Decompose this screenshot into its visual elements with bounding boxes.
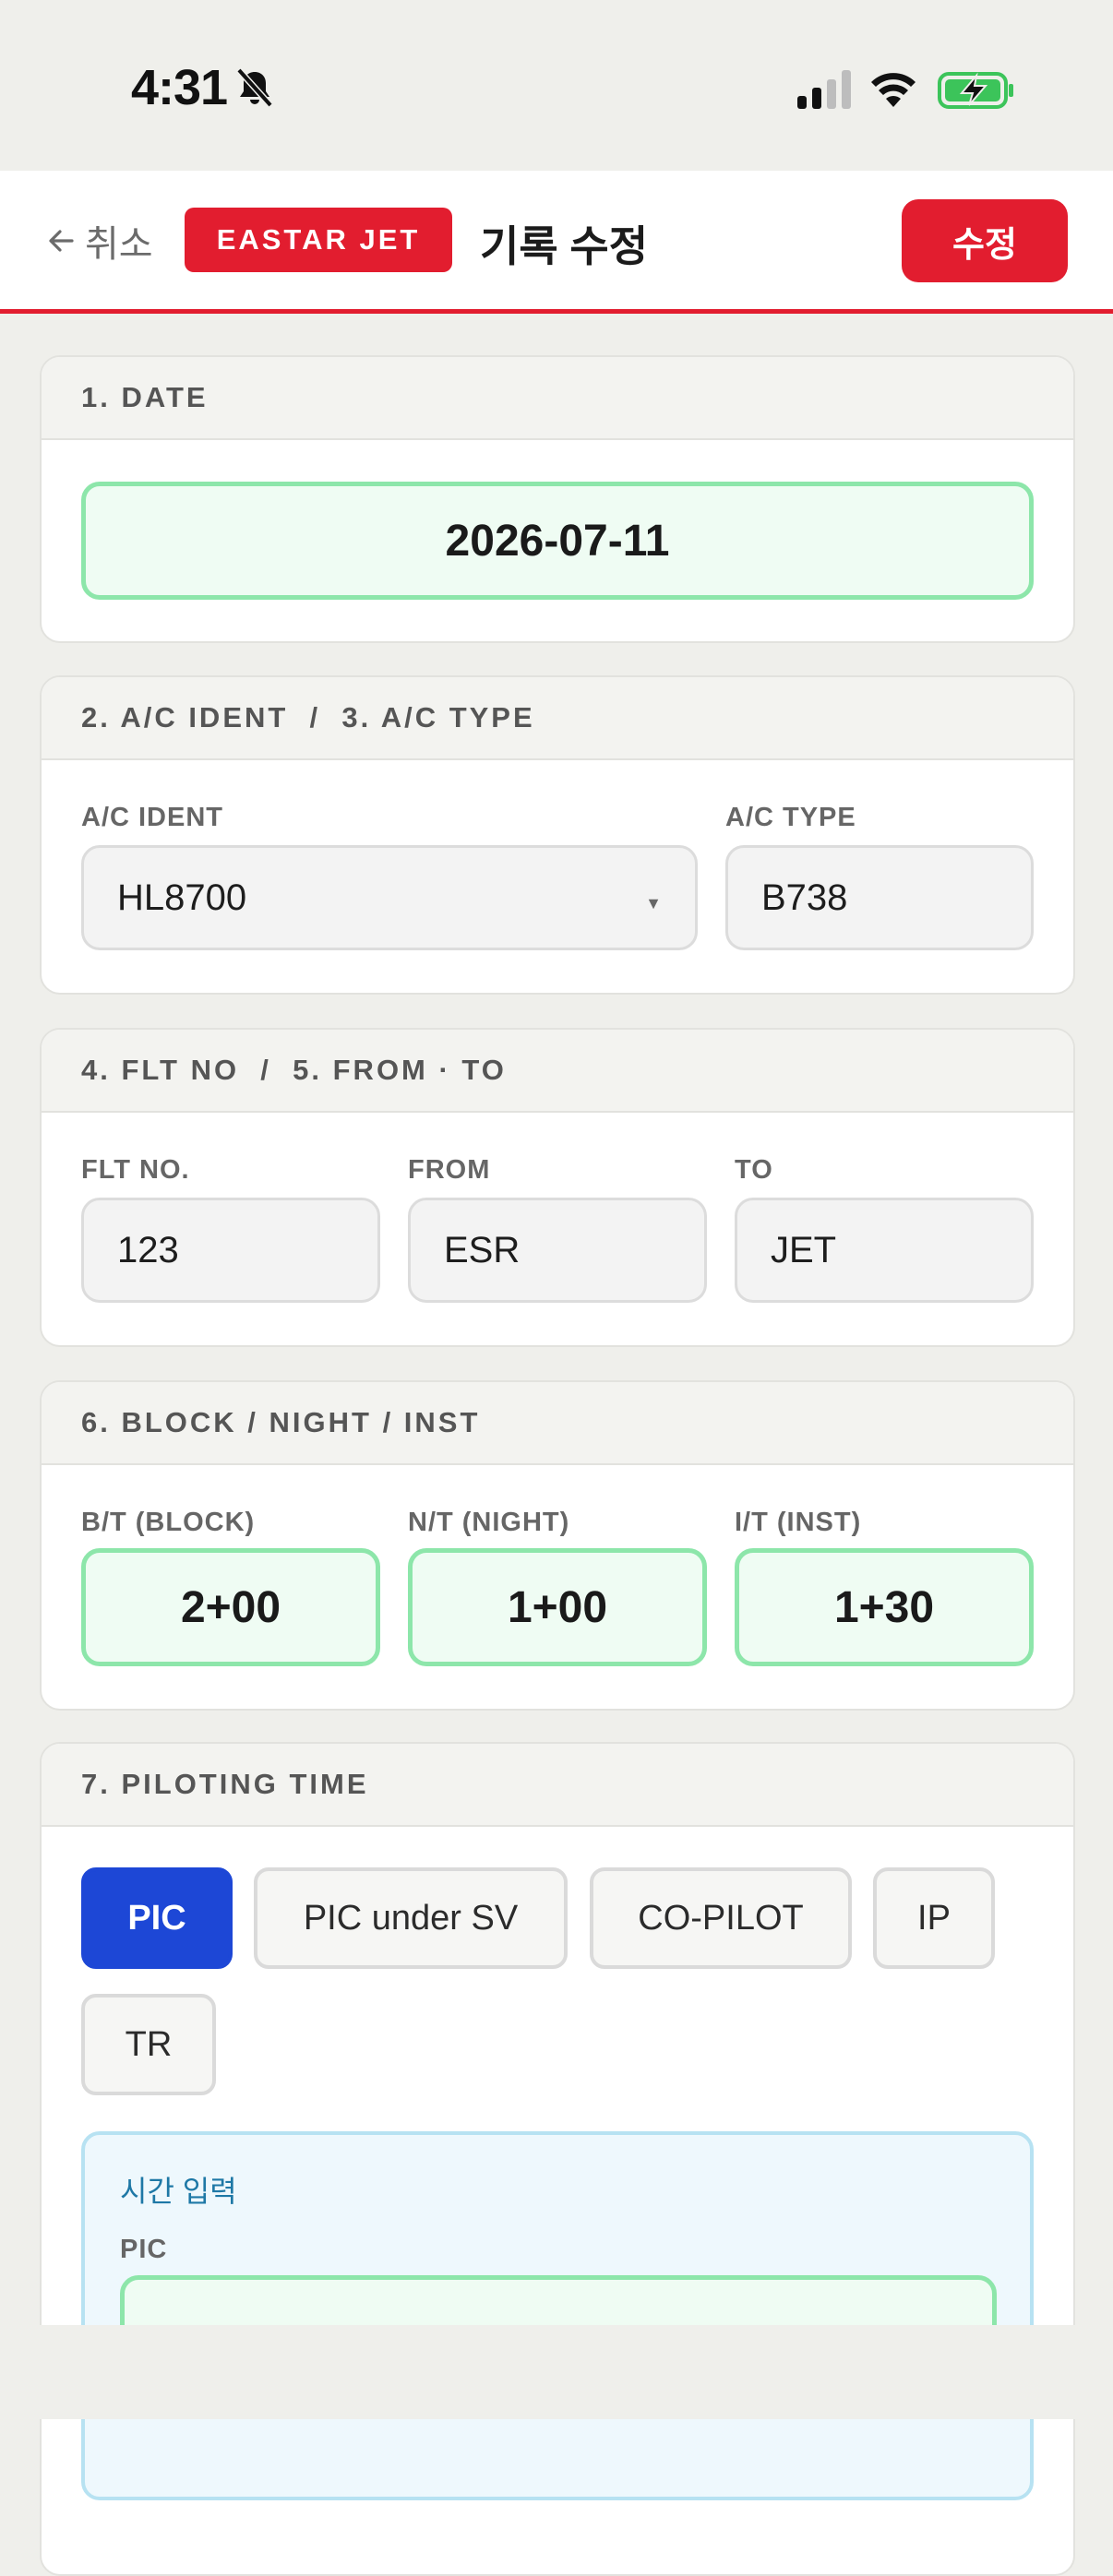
block-time-label: B/T (BLOCK) <box>81 1508 256 1537</box>
ac-ident-value: HL8700 <box>117 877 247 918</box>
inst-time-label: I/T (INST) <box>735 1508 862 1537</box>
cancel-button[interactable]: 취소 <box>44 215 153 267</box>
page-title: 기록 수정 <box>480 222 649 270</box>
pic-time-label: PIC <box>120 2235 168 2264</box>
battery-charging-icon <box>938 72 1013 109</box>
ac-ident-label: A/C IDENT <box>81 803 223 832</box>
time-input-panel: 시간 입력 PIC <box>81 2131 1034 2500</box>
wifi-icon <box>871 73 916 107</box>
from-label: FROM <box>408 1155 491 1185</box>
app-header: 취소 EASTAR JET 기록 수정 수정 <box>0 171 1113 314</box>
piloting-card: 7. PILOTING TIME PIC PIC under SV CO-PIL… <box>40 1742 1075 2576</box>
block-time-field[interactable]: 2+00 <box>81 1548 380 1666</box>
save-button[interactable]: 수정 <box>902 199 1068 282</box>
ac-ident-select[interactable]: HL8700 ▼ <box>81 845 698 950</box>
airline-badge: EASTAR JET <box>185 208 452 272</box>
ac-type-label: A/C TYPE <box>725 803 856 832</box>
night-time-label: N/T (NIGHT) <box>408 1508 570 1537</box>
times-section-title: 6. BLOCK / NIGHT / INST <box>42 1382 1073 1465</box>
time-input-title: 시간 입력 <box>120 2175 237 2208</box>
chip-co-pilot[interactable]: CO-PILOT <box>590 1867 852 1969</box>
aircraft-card: 2. A/C IDENT / 3. A/C TYPE A/C IDENT HL8… <box>40 675 1075 995</box>
cancel-label: 취소 <box>85 224 153 265</box>
chip-pic[interactable]: PIC <box>81 1867 233 1969</box>
flight-card: 4. FLT NO / 5. FROM · TO FLT NO. 123 FRO… <box>40 1028 1075 1347</box>
bottom-safe-area <box>0 2325 1113 2419</box>
times-card: 6. BLOCK / NIGHT / INST B/T (BLOCK) 2+00… <box>40 1380 1075 1711</box>
to-field[interactable]: JET <box>735 1198 1034 1303</box>
aircraft-section-title: 2. A/C IDENT / 3. A/C TYPE <box>42 677 1073 760</box>
flt-no-label: FLT NO. <box>81 1155 190 1185</box>
flt-no-field[interactable]: 123 <box>81 1198 380 1303</box>
arrow-left-icon <box>49 230 74 252</box>
night-time-field[interactable]: 1+00 <box>408 1548 707 1666</box>
chip-pic-under-sv[interactable]: PIC under SV <box>254 1867 568 1969</box>
cellular-signal-icon <box>797 70 851 109</box>
bell-slash-icon <box>236 67 273 108</box>
to-label: TO <box>735 1155 773 1185</box>
piloting-section-title: 7. PILOTING TIME <box>42 1744 1073 1827</box>
status-bar: 4:31 <box>0 0 1113 171</box>
inst-time-field[interactable]: 1+30 <box>735 1548 1034 1666</box>
ac-type-field[interactable]: B738 <box>725 845 1034 950</box>
chevron-down-icon: ▼ <box>645 894 662 912</box>
chip-ip[interactable]: IP <box>873 1867 995 1969</box>
flight-section-title: 4. FLT NO / 5. FROM · TO <box>42 1030 1073 1113</box>
status-time: 4:31 <box>131 60 228 115</box>
date-card: 1. DATE 2026-07-11 <box>40 355 1075 643</box>
date-section-title: 1. DATE <box>42 357 1073 440</box>
date-field[interactable]: 2026-07-11 <box>81 482 1034 600</box>
from-field[interactable]: ESR <box>408 1198 707 1303</box>
chip-tr[interactable]: TR <box>81 1994 216 2095</box>
